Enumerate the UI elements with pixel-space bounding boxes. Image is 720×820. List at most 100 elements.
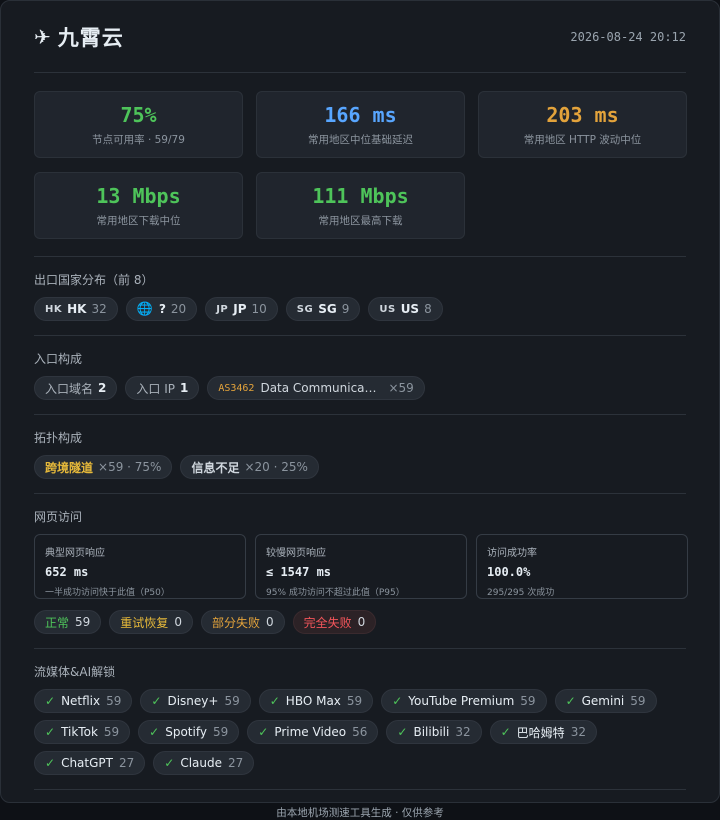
- media-count: 59: [346, 694, 363, 708]
- entry-ip-label: 入口 IP: [136, 381, 175, 396]
- check-icon: ✓: [45, 725, 56, 739]
- section-title: 拓扑构成: [34, 431, 83, 445]
- country-pills: HK HK 32 🌐 ? 20 JP JP 10 SG SG 9 US US 8: [34, 297, 686, 321]
- flag-sg-icon: SG: [296, 303, 314, 315]
- check-icon: ✓: [149, 725, 160, 739]
- media-count: 59: [224, 694, 240, 708]
- web-box-sub: 一半成功访问快于此值（P50）: [45, 588, 170, 598]
- status-label: 重试恢复: [120, 615, 169, 630]
- topology-detail: ×59 · 75%: [98, 460, 162, 474]
- entry-domain-pill: 入口域名 2: [34, 376, 118, 400]
- media-pill: ✓ TikTok 59: [34, 720, 131, 744]
- country-count: 9: [341, 302, 350, 316]
- section-title: 出口国家分布（前 8）: [34, 273, 154, 287]
- entry-section: 入口构成 入口域名 2 入口 IP 1 AS3462 Data Communic…: [34, 336, 686, 415]
- timestamp: 2026-08-24 20:12: [570, 29, 686, 44]
- country-count: 20: [170, 302, 187, 316]
- check-icon: ✓: [164, 756, 175, 770]
- check-icon: ✓: [151, 694, 162, 708]
- media-pill: ✓ 巴哈姆特 32: [489, 720, 597, 744]
- media-pill: ✓ HBO Max 59: [258, 689, 374, 713]
- status-count: 59: [75, 615, 91, 629]
- media-count: 59: [103, 725, 120, 739]
- web-box-title: 典型网页响应: [45, 548, 105, 559]
- media-name: Bilibili: [413, 725, 450, 739]
- country-code: JP: [233, 302, 247, 316]
- check-icon: ✓: [258, 725, 269, 739]
- entry-domain-label: 入口域名: [45, 381, 94, 396]
- web-box-value: 652 ms: [45, 565, 89, 579]
- title-text: 九霄云: [57, 25, 124, 50]
- web-section: 网页访问 典型网页响应 652 ms 一半成功访问快于此值（P50） 较慢网页响…: [34, 494, 688, 649]
- web-box-value: 100.0%: [487, 565, 531, 579]
- country-count: 32: [91, 302, 107, 316]
- web-box-success: 访问成功率 100.0% 295/295 次成功: [476, 534, 688, 599]
- status-count: 0: [174, 615, 182, 629]
- country-pill-us: US US 8: [368, 297, 443, 321]
- country-pill-sg: SG SG 9: [285, 297, 361, 321]
- topology-pills: 跨境隧道 ×59 · 75% 信息不足 ×20 · 25%: [34, 455, 686, 479]
- stat-label: 节点可用率 · 59/79: [92, 133, 185, 146]
- media-pill: ✓ Claude 27: [153, 751, 255, 775]
- media-name: Netflix: [61, 694, 101, 708]
- status-label: 部分失败: [211, 615, 260, 630]
- web-box-title: 较慢网页响应: [266, 548, 326, 559]
- media-pill: ✓ YouTube Premium 59: [381, 689, 547, 713]
- topology-detail: ×20 · 25%: [244, 460, 308, 474]
- stat-label: 常用地区中位基础延迟: [308, 133, 413, 146]
- web-box-p50: 典型网页响应 652 ms 一半成功访问快于此值（P50）: [34, 534, 246, 599]
- media-name: ChatGPT: [61, 756, 113, 770]
- web-box-p95: 较慢网页响应 ≤ 1547 ms 95% 成功访问不超过此值（P95）: [255, 534, 467, 599]
- web-box-title: 访问成功率: [487, 548, 537, 559]
- media-name: Prime Video: [274, 725, 347, 739]
- section-title: 网页访问: [34, 510, 83, 524]
- country-pill-unknown: 🌐 ? 20: [125, 297, 198, 321]
- media-pill: ✓ Bilibili 32: [386, 720, 482, 744]
- status-pill-failed: 完全失败 0: [292, 610, 377, 634]
- status-label: 完全失败: [303, 615, 352, 630]
- media-pill: ✓ Gemini 59: [554, 689, 657, 713]
- asn-number: AS3462: [218, 382, 255, 394]
- status-count: 0: [265, 615, 274, 629]
- web-box-value: ≤ 1547 ms: [266, 565, 332, 579]
- stat-value: 166 ms: [324, 102, 397, 127]
- media-pill: ✓ Disney+ 59: [140, 689, 251, 713]
- media-pills: ✓ Netflix 59 ✓ Disney+ 59 ✓ HBO Max 59 ✓ YouTube P…: [34, 689, 686, 775]
- media-count: 59: [106, 694, 122, 708]
- entry-asn-pill: AS3462 Data Communication Business Group…: [207, 376, 425, 400]
- media-name: Spotify: [165, 725, 207, 739]
- check-icon: ✓: [397, 725, 408, 739]
- stat-label: 常用地区 HTTP 波动中位: [523, 133, 642, 146]
- country-pill-jp: JP JP 10: [205, 297, 278, 321]
- country-count: 8: [424, 302, 432, 316]
- exit-country-section: 出口国家分布（前 8） HK HK 32 🌐 ? 20 JP JP 10 SG …: [34, 257, 686, 336]
- web-status-pills: 正常 59 重试恢复 0 部分失败 0 完全失败 0: [34, 610, 686, 634]
- entry-domain-count: 2: [98, 381, 107, 395]
- stat-value: 13 Mbps: [96, 183, 181, 208]
- topology-section: 拓扑构成 跨境隧道 ×59 · 75% 信息不足 ×20 · 25%: [34, 415, 686, 494]
- stats-grid: 75% 节点可用率 · 59/79 166 ms 常用地区中位基础延迟 203 …: [34, 73, 687, 257]
- media-count: 32: [570, 725, 586, 739]
- media-count: 56: [352, 725, 368, 739]
- flag-us-icon: US: [379, 303, 396, 315]
- media-count: 59: [520, 694, 536, 708]
- flag-hk-icon: HK: [45, 303, 63, 315]
- status-pill-normal: 正常 59: [34, 610, 102, 634]
- stat-http-jitter: 203 ms 常用地区 HTTP 波动中位: [478, 91, 687, 158]
- web-box-sub: 95% 成功访问不超过此值（P95）: [266, 588, 405, 598]
- country-code: US: [400, 302, 420, 316]
- media-name: TikTok: [61, 725, 98, 739]
- stat-label: 常用地区下载中位: [96, 214, 181, 227]
- report-card: ✈ 九霄云 2026-08-24 20:12 75% 节点可用率 · 59/79…: [0, 0, 720, 819]
- entry-ip-count: 1: [179, 381, 189, 395]
- section-title: 流媒体&AI解锁: [34, 665, 116, 679]
- stat-value: 75%: [120, 102, 157, 127]
- media-name: Claude: [180, 756, 222, 770]
- topology-pill-tunnel: 跨境隧道 ×59 · 75%: [34, 455, 173, 479]
- check-icon: ✓: [269, 694, 280, 708]
- stat-label: 常用地区最高下载: [318, 214, 403, 227]
- media-count: 59: [630, 694, 646, 708]
- stat-value: 203 ms: [546, 102, 619, 127]
- media-section: 流媒体&AI解锁 ✓ Netflix 59 ✓ Disney+ 59 ✓ HBO Max 59 ✓…: [34, 649, 686, 790]
- topology-name: 跨境隧道: [45, 460, 94, 475]
